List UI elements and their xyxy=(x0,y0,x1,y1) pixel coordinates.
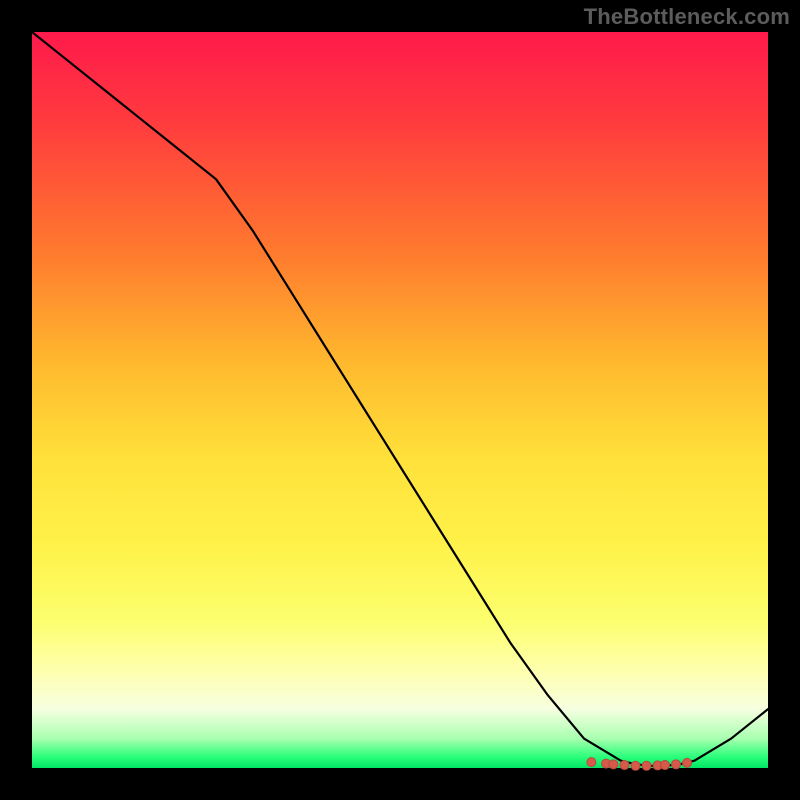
trough-marker xyxy=(620,761,629,770)
trough-marker xyxy=(672,760,681,769)
trough-markers xyxy=(587,758,692,771)
trough-marker xyxy=(587,758,596,767)
plot-svg xyxy=(32,32,768,768)
trough-marker xyxy=(609,760,618,769)
bottleneck-curve xyxy=(32,32,768,766)
trough-marker xyxy=(683,758,692,767)
trough-marker xyxy=(660,761,669,770)
trough-marker xyxy=(642,761,651,770)
plot-area xyxy=(32,32,768,768)
chart-frame: TheBottleneck.com xyxy=(0,0,800,800)
watermark-text: TheBottleneck.com xyxy=(584,4,790,30)
trough-marker xyxy=(631,761,640,770)
